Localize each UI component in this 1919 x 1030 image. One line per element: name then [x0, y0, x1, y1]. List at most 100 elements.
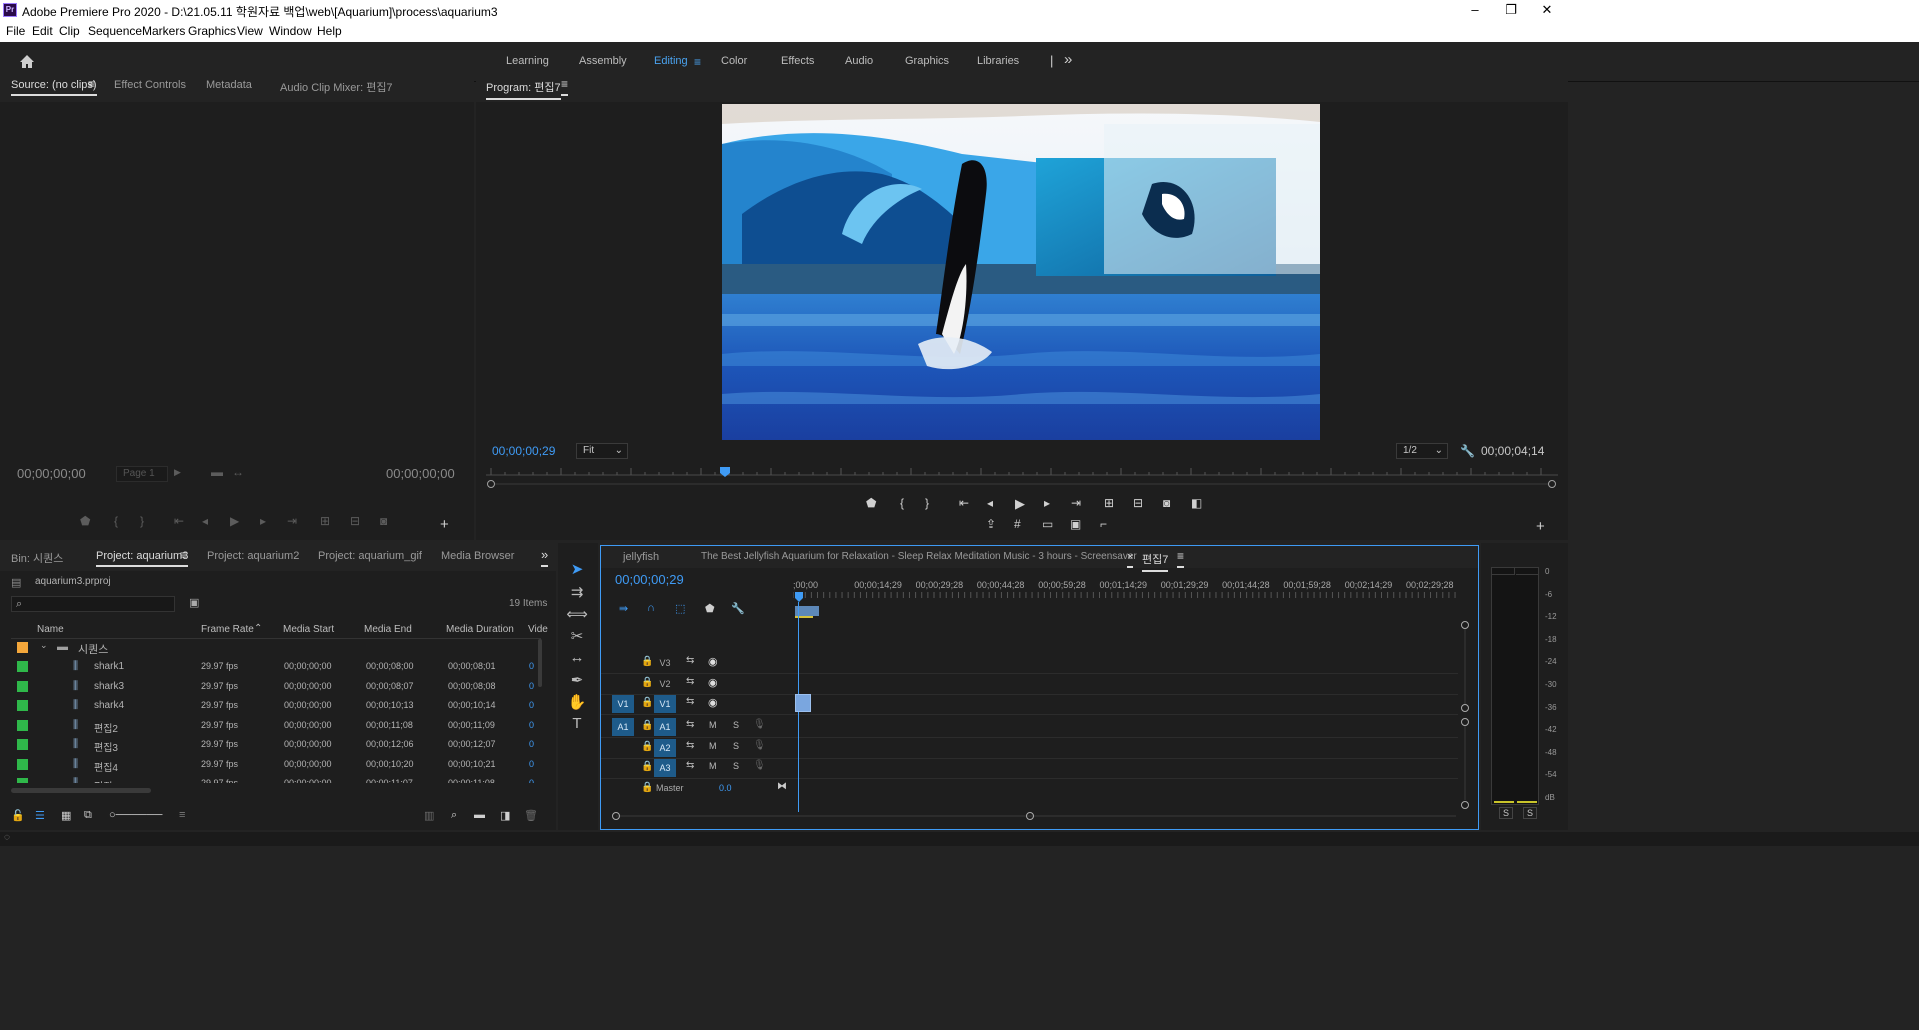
source-insert-clip-icon[interactable]: ⊞	[320, 514, 330, 528]
program-step-forward-icon[interactable]: ▸	[1044, 496, 1050, 510]
add-marker-icon[interactable]: ⬟	[705, 602, 715, 615]
more-workspaces-icon[interactable]: |	[1050, 53, 1053, 68]
col-video[interactable]: Vide	[528, 624, 548, 635]
track-target-v2[interactable]: V2	[654, 675, 676, 693]
workspace-menu-icon[interactable]: ≡	[694, 55, 701, 69]
program-compare-icon[interactable]: ◧	[1191, 496, 1202, 510]
workspace-assembly[interactable]: Assembly	[579, 55, 627, 67]
program-export-icon[interactable]: ⇪	[986, 517, 996, 531]
find-icon[interactable]: ⌕	[451, 809, 457, 822]
slip-tool-icon[interactable]: ↔	[558, 649, 596, 673]
menu-graphics[interactable]: Graphics	[188, 24, 236, 38]
project-hscrollbar[interactable]	[11, 788, 151, 793]
tab-project-aquarium2[interactable]: Project: aquarium2	[207, 550, 299, 562]
pen-tool-icon[interactable]: ✒	[558, 671, 596, 695]
program-panel-menu-icon[interactable]: ≡	[561, 77, 569, 96]
mute-button[interactable]: M	[709, 720, 717, 730]
razor-tool-icon[interactable]: ✂	[558, 627, 596, 651]
col-media-duration[interactable]: Media Duration	[446, 624, 514, 635]
tab-project-aquarium-gif[interactable]: Project: aquarium_gif	[318, 550, 422, 562]
source-step-back-icon[interactable]: ◂	[202, 514, 208, 528]
source-patch-v1[interactable]: V1	[612, 695, 634, 713]
solo-left-button[interactable]: S	[1499, 807, 1514, 819]
menu-window[interactable]: Window	[269, 24, 312, 38]
tab-seq-jellyfish[interactable]: jellyfish	[623, 551, 659, 563]
new-item-icon[interactable]: ◨	[500, 809, 510, 822]
program-video-frame[interactable]	[722, 104, 1320, 440]
timeline-panel-menu-icon[interactable]: ≡	[1177, 549, 1185, 568]
program-settings-wrench-icon[interactable]: 🔧	[1460, 444, 1475, 458]
master-bowtie-icon[interactable]: ⧓	[777, 781, 787, 792]
new-bin-icon[interactable]: ▬	[474, 809, 485, 821]
program-time-ruler[interactable]	[486, 464, 1558, 490]
program-go-in-icon[interactable]: ⇤	[959, 496, 969, 510]
lock-track-icon[interactable]: 🔒	[641, 761, 653, 772]
lock-track-icon[interactable]: 🔒	[641, 677, 653, 688]
lock-track-icon[interactable]: 🔒	[641, 741, 653, 752]
hand-tool-icon[interactable]: ✋	[558, 693, 596, 717]
timeline-vscroll[interactable]	[1458, 618, 1472, 818]
col-name[interactable]: Name	[37, 624, 64, 635]
source-safe-margin-icon[interactable]: ▬	[211, 465, 223, 479]
track-target-v3[interactable]: V3	[654, 654, 676, 672]
sync-lock-icon[interactable]: ⇆	[686, 760, 694, 771]
source-export-frame-icon[interactable]: ◙	[380, 514, 387, 528]
project-row[interactable]: ⫼ 편집4 29.97 fps 00;00;00;00 00;00;10;20 00;00…	[11, 756, 539, 775]
sync-lock-icon[interactable]: ⇆	[686, 696, 694, 707]
mute-button[interactable]: M	[709, 761, 717, 771]
workspace-color[interactable]: Color	[721, 55, 747, 67]
program-play-icon[interactable]: ▶	[1015, 496, 1025, 512]
freeform-view-icon[interactable]: ⧉	[84, 809, 92, 822]
list-view-icon[interactable]: ☰	[35, 809, 45, 822]
menu-file[interactable]: File	[6, 24, 25, 38]
program-export-frame-icon[interactable]: ◙	[1163, 496, 1170, 510]
linked-selection-icon[interactable]: ⬚	[675, 602, 685, 615]
timeline-ruler[interactable]: ;00;00 00;00;14;29 00;00;29;28 00;00;44;28 0…	[793, 578, 1463, 620]
microphone-icon[interactable]: 🎙	[753, 740, 766, 751]
microphone-icon[interactable]: 🎙	[753, 719, 766, 730]
menu-edit[interactable]: Edit	[32, 24, 53, 38]
project-row[interactable]: ⫼ shark4 29.97 fps 00;00;00;00 00;00;10;13 00…	[11, 697, 539, 716]
project-vscrollbar[interactable]	[538, 639, 542, 687]
workspace-audio[interactable]: Audio	[845, 55, 873, 67]
sync-lock-icon[interactable]: ⇆	[686, 740, 694, 751]
solo-button[interactable]: S	[733, 741, 739, 751]
nest-icon[interactable]: ⇛	[619, 602, 628, 615]
new-search-bin-icon[interactable]: ▣	[189, 596, 199, 609]
program-resolution-select[interactable]: 1/2 ⌄	[1396, 443, 1448, 459]
program-zoom-select[interactable]: Fit ⌄	[576, 443, 628, 459]
source-step-forward-icon[interactable]: ▸	[260, 514, 266, 528]
more-workspaces-chevron-icon[interactable]: »	[1064, 51, 1072, 68]
trash-icon[interactable]: 🗑	[524, 809, 538, 822]
solo-button[interactable]: S	[733, 761, 739, 771]
type-tool-icon[interactable]: T	[558, 715, 596, 739]
solo-right-button[interactable]: S	[1523, 807, 1538, 819]
lock-track-icon[interactable]: 🔒	[641, 656, 653, 667]
project-row[interactable]: ⫼ 편집5 29.97 fps 00;00;00;00 00;00;11;07 00;00…	[11, 775, 539, 783]
source-go-in-icon[interactable]: ⇤	[174, 514, 184, 528]
snap-magnet-icon[interactable]: ∩	[647, 602, 655, 614]
source-overwrite-icon[interactable]: ⊟	[350, 514, 360, 528]
project-row[interactable]: ⫼ shark1 29.97 fps 00;00;00;00 00;00;08;00 00…	[11, 658, 539, 677]
timeline-timecode[interactable]: 00;00;00;29	[615, 572, 684, 587]
mute-button[interactable]: M	[709, 741, 717, 751]
program-mark-in-icon[interactable]: {	[900, 496, 904, 510]
source-add-button-icon[interactable]: +	[440, 516, 449, 533]
tab-media-browser[interactable]: Media Browser	[441, 550, 514, 562]
track-target-a1[interactable]: A1	[654, 718, 676, 736]
source-mark-out-icon[interactable]: }	[140, 514, 144, 528]
sync-lock-icon[interactable]: ⇆	[686, 676, 694, 687]
program-timecode-current[interactable]: 00;00;00;29	[492, 444, 555, 458]
tab-audio-clip-mixer[interactable]: Audio Clip Mixer: 편집7	[280, 79, 393, 95]
program-add-button-icon[interactable]: +	[1536, 518, 1545, 535]
master-volume-value[interactable]: 0.0	[719, 783, 732, 793]
selection-tool-icon[interactable]: ➤	[558, 560, 596, 584]
menu-clip[interactable]: Clip	[59, 24, 80, 38]
icon-view-icon[interactable]: ▦	[61, 809, 71, 822]
timeline-settings-wrench-icon[interactable]: 🔧	[731, 602, 745, 615]
program-ruler-icon[interactable]: ⌐	[1100, 517, 1107, 531]
project-panel-menu-icon[interactable]: ≡	[180, 548, 188, 567]
program-mark-out-icon[interactable]: }	[925, 496, 929, 510]
program-marker-icon[interactable]: ⬟	[866, 496, 876, 510]
eye-icon[interactable]: ◉	[708, 655, 718, 668]
